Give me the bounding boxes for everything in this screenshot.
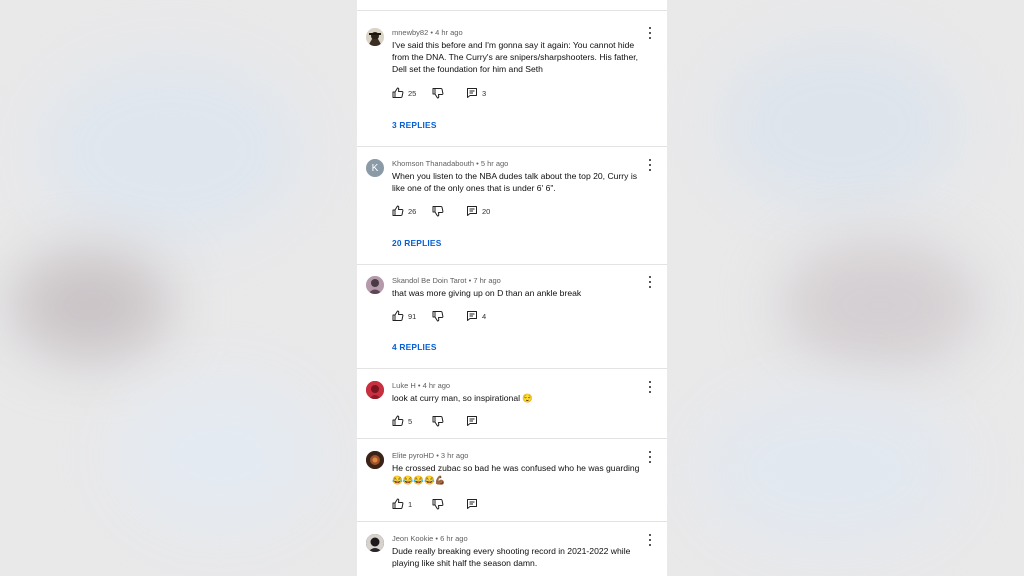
comment-reply-icon bbox=[466, 415, 478, 427]
reply-button[interactable]: 4 bbox=[466, 310, 486, 322]
thumbs-up-icon bbox=[392, 205, 404, 217]
comment-reply-icon bbox=[466, 87, 478, 99]
comment-actions: 25 3 bbox=[392, 87, 486, 99]
author-name[interactable]: Elite pyroHD bbox=[392, 451, 434, 460]
dislike-button[interactable] bbox=[432, 87, 458, 99]
comments-panel: mnewby82 • 4 hr ago I've said this befor… bbox=[357, 0, 667, 576]
comment-text: I've said this before and I'm gonna say … bbox=[392, 40, 639, 75]
like-count: 25 bbox=[408, 88, 417, 98]
comment-time: 4 hr ago bbox=[435, 28, 463, 37]
reply-count: 3 bbox=[482, 88, 487, 98]
thumbs-down-icon bbox=[432, 415, 444, 427]
comment-time: 6 hr ago bbox=[440, 534, 468, 543]
thumbs-down-icon bbox=[432, 87, 444, 99]
like-button[interactable]: 26 bbox=[392, 205, 422, 217]
avatar-letter: K bbox=[371, 162, 379, 174]
comment-reply-icon bbox=[466, 205, 478, 217]
thumbs-down-icon bbox=[432, 310, 444, 322]
comment-text: He crossed zubac so bad he was confused … bbox=[392, 463, 640, 486]
more-options-icon[interactable] bbox=[648, 27, 652, 39]
comment-actions: 26 20 bbox=[392, 205, 490, 217]
comment-meta: Skandol Be Doin Tarot • 7 hr ago bbox=[392, 276, 501, 285]
comment-meta: Jeon Kookie • 6 hr ago bbox=[392, 534, 468, 543]
reply-button[interactable]: 3 bbox=[466, 87, 486, 99]
comment-thread: Luke H • 4 hr ago look at curry man, so … bbox=[357, 369, 667, 439]
avatar[interactable] bbox=[366, 381, 384, 399]
comment-reply-icon bbox=[466, 310, 478, 322]
comment-reply-icon bbox=[466, 498, 478, 510]
author-name[interactable]: mnewby82 bbox=[392, 28, 428, 37]
thumbs-up-icon bbox=[392, 415, 404, 427]
author-name[interactable]: Jeon Kookie bbox=[392, 534, 433, 543]
author-name[interactable]: Khomson Thanadabouth bbox=[392, 159, 474, 168]
thumbs-up-icon bbox=[392, 310, 404, 322]
author-name[interactable]: Luke H bbox=[392, 381, 416, 390]
like-button[interactable]: 91 bbox=[392, 310, 422, 322]
top-divider bbox=[357, 10, 667, 11]
author-name[interactable]: Skandol Be Doin Tarot bbox=[392, 276, 467, 285]
comment-meta: Elite pyroHD • 3 hr ago bbox=[392, 451, 469, 460]
comment-actions: 91 4 bbox=[392, 310, 486, 322]
comment-text: that was more giving up on D than an ank… bbox=[392, 288, 582, 298]
comment-time: 3 hr ago bbox=[440, 451, 469, 460]
view-replies-link[interactable]: 3 REPLIES bbox=[392, 120, 437, 130]
thumbs-up-icon bbox=[392, 87, 404, 99]
thumbs-down-icon bbox=[432, 498, 444, 510]
avatar[interactable] bbox=[366, 28, 384, 46]
view-replies-link[interactable]: 20 REPLIES bbox=[392, 238, 441, 248]
comment-thread: Skandol Be Doin Tarot • 7 hr ago that wa… bbox=[357, 265, 667, 369]
like-count: 91 bbox=[408, 311, 417, 321]
comment-meta: Khomson Thanadabouth • 5 hr ago bbox=[392, 159, 509, 168]
reply-count: 20 bbox=[482, 206, 491, 216]
comment-time: 7 hr ago bbox=[473, 276, 501, 285]
dislike-button[interactable] bbox=[432, 498, 458, 510]
avatar[interactable] bbox=[366, 276, 384, 294]
comment-thread: mnewby82 • 4 hr ago I've said this befor… bbox=[357, 12, 667, 147]
like-count: 26 bbox=[408, 206, 417, 216]
comment-text: When you listen to the NBA dudes talk ab… bbox=[392, 171, 638, 194]
comment-thread: K Khomson Thanadabouth • 5 hr ago When y… bbox=[357, 147, 667, 265]
comment-meta: mnewby82 • 4 hr ago bbox=[392, 28, 463, 37]
dislike-button[interactable] bbox=[432, 205, 458, 217]
comment-text: Dude really breaking every shooting reco… bbox=[392, 546, 631, 569]
comment-thread: Elite pyroHD • 3 hr ago He crossed zubac… bbox=[357, 439, 667, 522]
thumbs-down-icon bbox=[432, 205, 444, 217]
like-count: 1 bbox=[408, 499, 413, 509]
reply-button[interactable] bbox=[466, 415, 478, 427]
reply-button[interactable]: 20 bbox=[466, 205, 490, 217]
avatar[interactable]: K bbox=[366, 159, 384, 177]
like-button[interactable]: 5 bbox=[392, 415, 422, 427]
avatar[interactable] bbox=[366, 534, 384, 552]
comment-thread: Jeon Kookie • 6 hr ago Dude really break… bbox=[357, 522, 667, 576]
dislike-button[interactable] bbox=[432, 310, 458, 322]
comment-actions: 5 bbox=[392, 415, 478, 427]
view-replies-link[interactable]: 4 REPLIES bbox=[392, 342, 437, 352]
reply-button[interactable] bbox=[466, 498, 478, 510]
reply-count: 4 bbox=[482, 311, 487, 321]
comment-meta: Luke H • 4 hr ago bbox=[392, 381, 451, 390]
comment-time: 5 hr ago bbox=[480, 159, 509, 168]
comment-time: 4 hr ago bbox=[422, 381, 451, 390]
dislike-button[interactable] bbox=[432, 415, 458, 427]
like-count: 5 bbox=[408, 416, 413, 426]
thumbs-up-icon bbox=[392, 498, 404, 510]
comment-text: look at curry man, so inspirational 😌 bbox=[392, 393, 534, 403]
comment-actions: 1 bbox=[392, 498, 478, 510]
avatar[interactable] bbox=[366, 451, 384, 469]
like-button[interactable]: 25 bbox=[392, 87, 422, 99]
like-button[interactable]: 1 bbox=[392, 498, 422, 510]
